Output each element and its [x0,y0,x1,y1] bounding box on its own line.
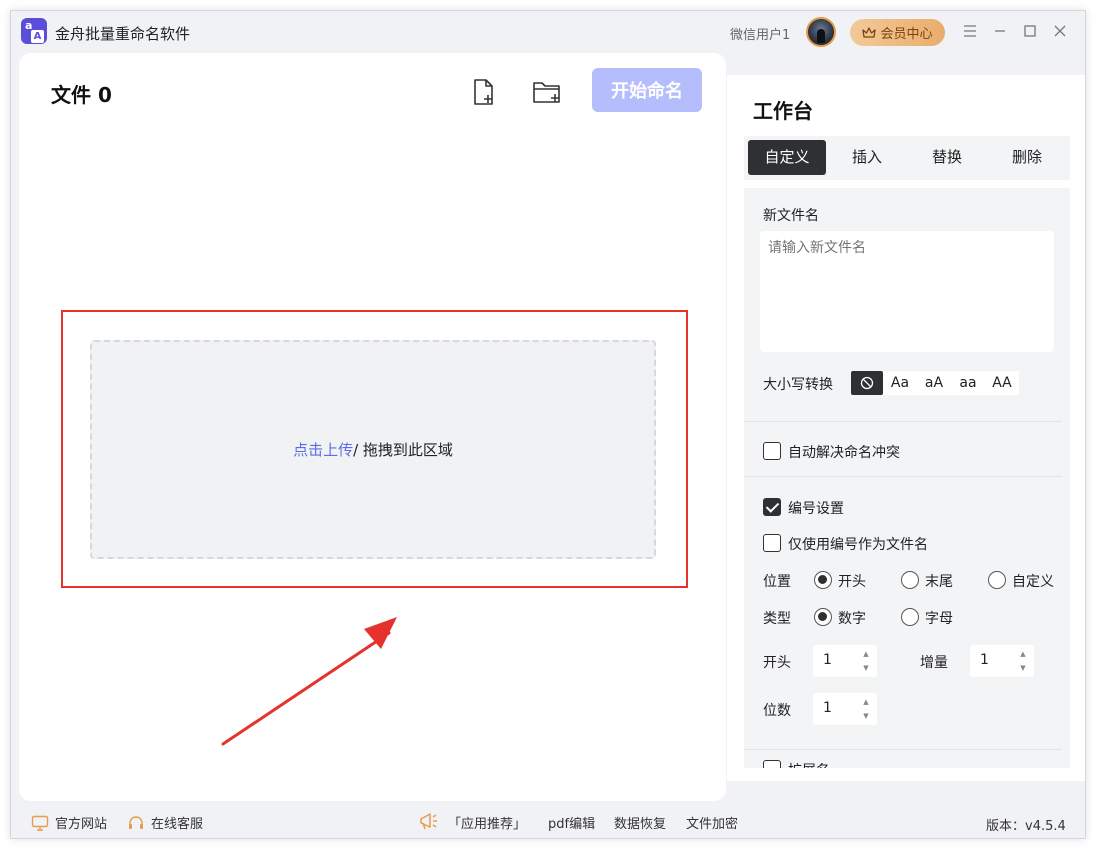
auto-resolve-checkbox[interactable] [763,442,781,460]
online-service-link[interactable]: 在线客服 [127,813,203,832]
case-inverse-option[interactable]: aA [917,371,951,395]
stepper-up-icon[interactable]: ▲ [1018,649,1028,659]
position-start-radio[interactable] [814,571,832,589]
case-title-option[interactable]: Aa [883,371,917,395]
tab-insert[interactable]: 插入 [828,140,906,175]
stepper-down-icon[interactable]: ▼ [1018,663,1028,673]
megaphone-icon [420,813,437,830]
digits-value: 1 [823,700,832,716]
increment-value: 1 [980,652,989,668]
position-start-label: 开头 [838,574,866,590]
numbering-label: 编号设置 [788,501,844,517]
workbench-tabs: 自定义 插入 替换 删除 [744,136,1070,180]
avatar[interactable] [806,17,836,47]
drag-hint: / 拖拽到此区域 [353,441,453,459]
stepper-up-icon[interactable]: ▲ [861,649,871,659]
app-window: a A 金舟批量重命名软件 微信用户1 会员中心 文件 0 开始命名 点击上传 … [10,10,1086,839]
close-icon[interactable] [1050,21,1070,41]
type-letter-radio[interactable] [901,608,919,626]
official-site-label: 官方网站 [55,817,108,832]
minimize-icon[interactable] [990,21,1010,41]
maximize-icon[interactable] [1020,21,1040,41]
numbering-checkbox[interactable] [763,498,781,516]
case-none-option[interactable] [851,371,883,395]
version-label: 版本：v4.5.4 [986,819,1066,834]
vip-center-button[interactable]: 会员中心 [850,19,945,46]
start-number-value: 1 [823,652,832,668]
position-end-radio[interactable] [901,571,919,589]
position-label: 位置 [763,574,791,590]
only-number-label: 仅使用编号作为文件名 [788,537,928,553]
online-service-label: 在线客服 [151,817,204,832]
extension-checkbox[interactable] [763,760,781,768]
increment-label: 增量 [920,655,948,671]
tab-delete[interactable]: 删除 [988,140,1066,175]
case-options: Aa aA aa AA [851,371,1019,395]
upload-dropzone[interactable]: 点击上传 / 拖拽到此区域 [90,340,656,559]
digits-stepper[interactable]: 1 ▲ ▼ [813,693,877,725]
file-panel: 文件 0 开始命名 点击上传 / 拖拽到此区域 [19,53,726,801]
headset-icon [129,815,143,829]
extension-label: 扩展名 [788,760,830,768]
only-number-checkbox[interactable] [763,534,781,552]
case-lower-option[interactable]: aa [951,371,985,395]
stepper-down-icon[interactable]: ▼ [861,711,871,721]
case-upper-option[interactable]: AA [985,371,1019,395]
type-letter-label: 字母 [925,611,953,627]
divider [744,476,1062,477]
position-end-label: 末尾 [925,574,953,590]
pdf-edit-link[interactable]: pdf编辑 [548,813,595,832]
position-custom-label: 自定义 [1012,574,1054,590]
new-name-label: 新文件名 [763,208,819,224]
vip-label: 会员中心 [880,27,933,42]
file-encrypt-link[interactable]: 文件加密 [686,813,738,832]
footer-bar: 官方网站 在线客服 「应用推荐」 pdf编辑 数据恢复 文件加密 版本：v4.5… [11,802,1085,838]
add-file-icon[interactable] [469,77,499,107]
menu-icon[interactable] [960,21,980,41]
new-name-input[interactable] [760,231,1054,352]
data-recovery-link[interactable]: 数据恢复 [614,813,666,832]
divider [744,749,1062,750]
tab-custom[interactable]: 自定义 [748,140,826,175]
position-custom-radio[interactable] [988,571,1006,589]
type-number-radio[interactable] [814,608,832,626]
tab-replace[interactable]: 替换 [908,140,986,175]
click-upload-link[interactable]: 点击上传 [293,439,353,460]
custom-settings: 新文件名 大小写转换 Aa aA aa AA 自动解决命名冲突 编号设置 仅使用… [744,188,1070,768]
title-bar: a A 金舟批量重命名软件 微信用户1 会员中心 [11,11,1085,53]
divider [744,421,1062,422]
app-logo-icon: a A [21,18,47,44]
start-number-stepper[interactable]: 1 ▲ ▼ [813,645,877,677]
case-label: 大小写转换 [763,377,833,393]
logo-letter-bottom: A [31,30,44,43]
stepper-up-icon[interactable]: ▲ [861,697,871,707]
monitor-icon [31,815,49,831]
red-arrow-annotation [221,617,397,746]
file-count: 文件 0 [51,83,112,107]
app-recommend-label: 「应用推荐」 [448,817,527,832]
auto-resolve-label: 自动解决命名冲突 [788,445,900,461]
digits-label: 位数 [763,703,791,719]
start-rename-button[interactable]: 开始命名 [592,68,702,112]
crown-icon [862,26,877,38]
official-site-link[interactable]: 官方网站 [31,813,107,832]
app-title: 金舟批量重命名软件 [55,25,191,43]
add-folder-icon[interactable] [531,77,561,107]
workbench-title: 工作台 [753,99,813,123]
stepper-down-icon[interactable]: ▼ [861,663,871,673]
increment-stepper[interactable]: 1 ▲ ▼ [970,645,1034,677]
type-number-label: 数字 [838,611,866,627]
user-name[interactable]: 微信用户1 [730,24,790,43]
start-number-label: 开头 [763,655,791,671]
prohibit-icon [860,376,874,390]
type-label: 类型 [763,611,791,627]
